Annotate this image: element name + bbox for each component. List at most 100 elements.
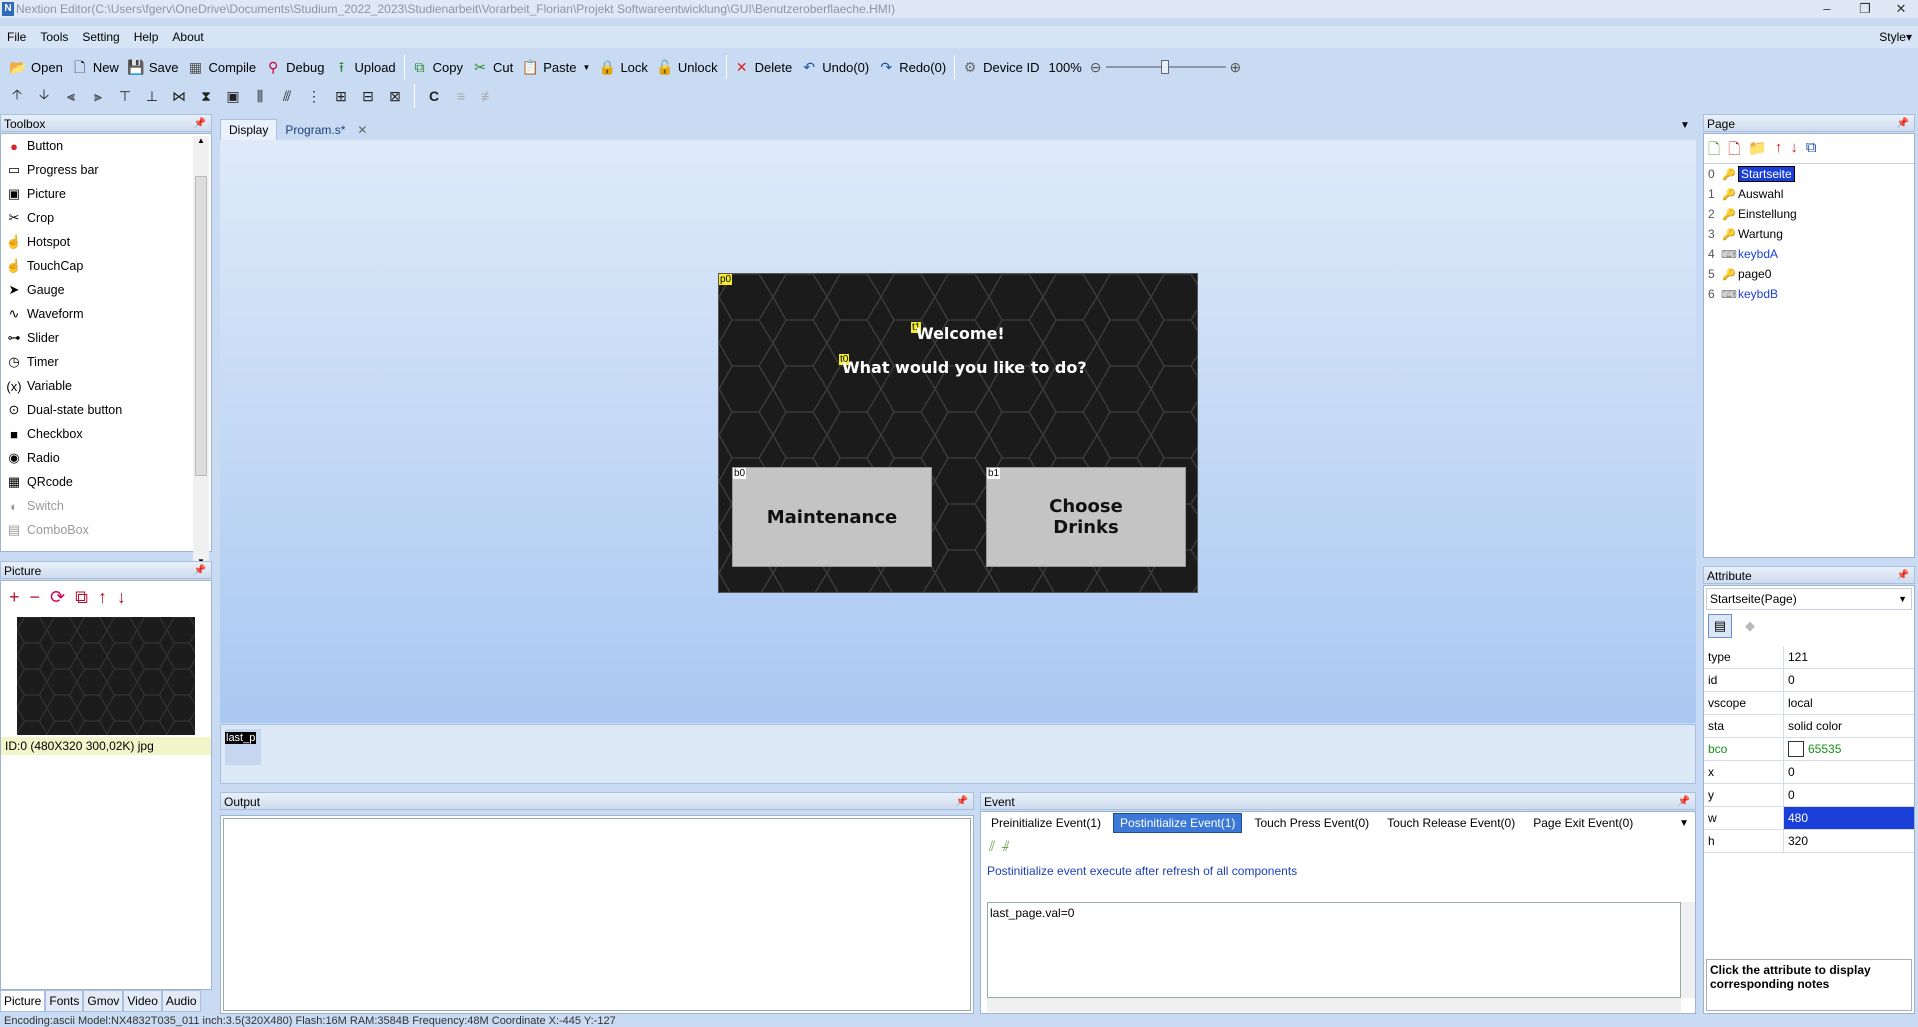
attribute-row-sta[interactable]: sta solid color bbox=[1704, 715, 1914, 738]
attribute-value[interactable]: 0 bbox=[1784, 784, 1914, 806]
event-tabs-dropdown-icon[interactable]: ▼ bbox=[1679, 818, 1689, 829]
menu-tools[interactable]: Tools bbox=[33, 30, 75, 44]
page-list-item[interactable]: 0 🔑 Startseite bbox=[1704, 164, 1914, 184]
page-list-item[interactable]: 5 🔑 page0 bbox=[1704, 264, 1914, 284]
color-swatch[interactable] bbox=[1788, 741, 1804, 757]
properties-icon[interactable]: ▤ bbox=[1708, 614, 1732, 638]
new-button[interactable]: 🗋 New bbox=[68, 55, 124, 79]
align-left-icon[interactable]: ⫷ bbox=[60, 86, 82, 106]
menu-about[interactable]: About bbox=[165, 30, 210, 44]
cut-button[interactable]: ✂ Cut bbox=[468, 55, 518, 79]
same-size-icon[interactable]: ▣ bbox=[222, 86, 244, 106]
open-button[interactable]: 📂 Open bbox=[6, 55, 68, 79]
tab-page-exit[interactable]: Page Exit Event(0) bbox=[1527, 814, 1639, 832]
pin-icon[interactable]: 📌 bbox=[956, 793, 968, 809]
delete-button[interactable]: ✕ Delete bbox=[730, 55, 798, 79]
event-code-editor[interactable]: last_page.val=0 bbox=[987, 902, 1681, 998]
move-page-up-icon[interactable]: ↑ bbox=[1775, 139, 1783, 158]
comment-icon[interactable]: ⫽ bbox=[989, 838, 995, 854]
undo-button[interactable]: ↶ Undo(0) bbox=[797, 55, 874, 79]
remove-icon[interactable]: − bbox=[30, 587, 41, 607]
toolbox-item-combobox[interactable]: ▤ ComboBox bbox=[1, 518, 211, 542]
toolbox-item-waveform[interactable]: ∿ Waveform bbox=[1, 302, 211, 326]
toolbox-item-slider[interactable]: ⊶ Slider bbox=[1, 326, 211, 350]
attribute-value[interactable]: local bbox=[1784, 692, 1914, 714]
unlock-button[interactable]: 🔓 Unlock bbox=[653, 55, 723, 79]
attribute-row-vscope[interactable]: vscope local bbox=[1704, 692, 1914, 715]
pin-icon[interactable]: 📌 bbox=[1678, 793, 1690, 809]
menu-setting[interactable]: Setting bbox=[75, 30, 126, 44]
zoom-out-icon[interactable]: ⊖ bbox=[1090, 59, 1102, 76]
tab-fonts[interactable]: Fonts bbox=[45, 990, 84, 1012]
page-list-item[interactable]: 6 ⌨ keybdB bbox=[1704, 284, 1914, 304]
code-scrollbar-v[interactable] bbox=[1681, 902, 1695, 998]
tab-picture[interactable]: Picture bbox=[0, 990, 46, 1012]
tab-touch-press[interactable]: Touch Press Event(0) bbox=[1248, 814, 1375, 832]
picture-caption[interactable]: ID:0 (480X320 300,02K) jpg bbox=[1, 737, 211, 755]
attribute-value[interactable]: 320 bbox=[1784, 830, 1914, 852]
attribute-selector[interactable]: Startseite(Page) ▼ bbox=[1706, 588, 1912, 610]
distribute-v-icon[interactable]: ⊞ bbox=[330, 86, 352, 106]
distribute-v3-icon[interactable]: ⊠ bbox=[384, 86, 406, 106]
toolbox-scrollbar[interactable]: ▲ ▼ bbox=[193, 136, 209, 566]
toolbox-item-dual-state-button[interactable]: ⊙ Dual-state button bbox=[1, 398, 211, 422]
toolbox-item-picture[interactable]: ▣ Picture bbox=[1, 182, 211, 206]
close-tab-icon[interactable]: ✕ bbox=[357, 123, 367, 137]
align-center-v-icon[interactable]: ⧗ bbox=[195, 86, 217, 106]
tab-audio[interactable]: Audio bbox=[161, 990, 201, 1012]
attribute-value[interactable]: 121 bbox=[1784, 646, 1914, 668]
distribute-h-icon[interactable]: ⫼ bbox=[249, 86, 271, 106]
toolbox-item-button[interactable]: ● Button bbox=[1, 134, 211, 158]
page-list-item[interactable]: 4 ⌨ keybdA bbox=[1704, 244, 1914, 264]
toolbox-item-qrcode[interactable]: ▦ QRcode bbox=[1, 470, 211, 494]
export-icon[interactable]: ⧉ bbox=[75, 587, 88, 607]
move-up-icon[interactable]: ↑ bbox=[98, 587, 107, 607]
save-button[interactable]: 💾 Save bbox=[124, 55, 184, 79]
tab-postinitialize[interactable]: Postinitialize Event(1) bbox=[1113, 813, 1243, 833]
add-page-icon[interactable]: 🗋 bbox=[1708, 139, 1720, 158]
variable-item[interactable]: last_p bbox=[225, 729, 261, 765]
choose-drinks-button[interactable]: Choose Drinks bbox=[986, 467, 1186, 567]
move-page-down-icon[interactable]: ↓ bbox=[1790, 139, 1798, 158]
align-center-h-icon[interactable]: ⋈ bbox=[168, 86, 190, 106]
tab-display[interactable]: Display bbox=[220, 119, 278, 140]
toolbox-item-crop[interactable]: ✂ Crop bbox=[1, 206, 211, 230]
move-down-icon[interactable]: ↓ bbox=[117, 587, 126, 607]
pin-icon[interactable]: 📌 bbox=[1897, 115, 1909, 131]
picture-thumbnail[interactable] bbox=[17, 617, 195, 735]
attribute-row-x[interactable]: x0 bbox=[1704, 761, 1914, 784]
align-top-icon[interactable]: ⊤ bbox=[114, 86, 136, 106]
zoom-slider[interactable] bbox=[1105, 60, 1226, 74]
distribute-h3-icon[interactable]: ⋮ bbox=[303, 86, 325, 106]
minimize-button[interactable]: – bbox=[1810, 0, 1844, 18]
doc-dropdown-icon[interactable]: ▼ bbox=[1680, 120, 1690, 131]
distribute-h2-icon[interactable]: ⫻ bbox=[276, 86, 298, 106]
compile-button[interactable]: ▦ Compile bbox=[183, 55, 261, 79]
page-list-item[interactable]: 1 🔑 Auswahl bbox=[1704, 184, 1914, 204]
toolbox-item-touchcap[interactable]: ☝ TouchCap bbox=[1, 254, 211, 278]
insert-page-icon[interactable]: 📁 bbox=[1748, 139, 1767, 158]
lock-button[interactable]: 🔒 Lock bbox=[595, 55, 652, 79]
tab-gmov[interactable]: Gmov bbox=[83, 990, 124, 1012]
tab-video[interactable]: Video bbox=[123, 990, 162, 1012]
menu-file[interactable]: File bbox=[0, 30, 33, 44]
style-menu[interactable]: Style▾ bbox=[1879, 30, 1912, 44]
question-text[interactable]: What would you like to do? bbox=[842, 358, 1087, 377]
tab-touch-release[interactable]: Touch Release Event(0) bbox=[1381, 814, 1521, 832]
tab-preinitialize[interactable]: Preinitialize Event(1) bbox=[985, 814, 1107, 832]
close-window-button[interactable]: ✕ bbox=[1884, 0, 1918, 18]
maintenance-button[interactable]: Maintenance bbox=[732, 467, 932, 567]
attribute-row-bco[interactable]: bco 65535 bbox=[1704, 738, 1914, 761]
toolbox-item-timer[interactable]: ◷ Timer bbox=[1, 350, 211, 374]
attribute-row-w[interactable]: w 480 bbox=[1704, 807, 1914, 830]
attribute-value[interactable]: 0 bbox=[1784, 761, 1914, 783]
toolbox-item-switch[interactable]: ◐ Switch bbox=[1, 494, 211, 518]
attribute-row-h[interactable]: h 320 bbox=[1704, 830, 1914, 853]
copy-button[interactable]: ⧉ Copy bbox=[408, 55, 468, 79]
comment-icon[interactable]: C bbox=[423, 86, 445, 106]
move-down-icon[interactable]: 🡣 bbox=[33, 86, 55, 106]
redo-button[interactable]: ↷ Redo(0) bbox=[874, 55, 951, 79]
pin-icon[interactable]: 📌 bbox=[194, 115, 206, 131]
scrollbar-thumb[interactable] bbox=[195, 176, 207, 476]
attribute-value[interactable]: 65535 bbox=[1784, 738, 1914, 760]
